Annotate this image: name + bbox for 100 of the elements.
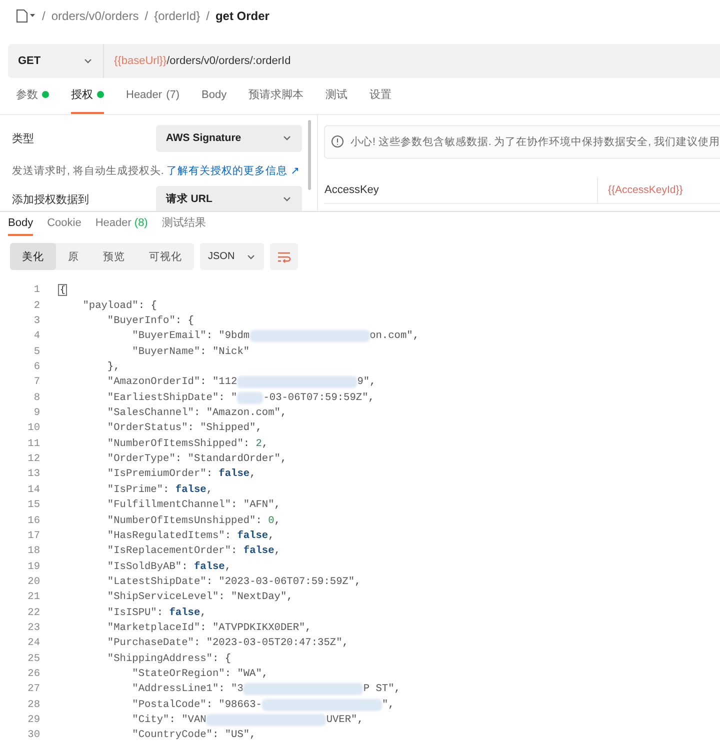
code-token: "IsPrime" (106, 484, 164, 496)
response-tab[interactable]: Cookie (47, 212, 82, 236)
view-mode-button[interactable]: 可视化 (137, 243, 194, 270)
learn-more-link[interactable]: 了解有关授权的更多信息 ↗ (166, 164, 300, 177)
request-tab[interactable]: 参数 (16, 78, 49, 114)
code-token: , (250, 468, 256, 480)
code-token: : (224, 530, 232, 542)
document-icon[interactable] (16, 8, 36, 23)
line-number: 6 (32, 361, 41, 374)
code-token: : (194, 407, 202, 420)
add-to-dropdown[interactable]: 请求 URL (156, 186, 302, 211)
code-token: : (182, 560, 189, 573)
line-number: 19 (26, 560, 41, 573)
code-token: "112 (212, 376, 238, 388)
fold-toggle[interactable]: { (58, 284, 68, 296)
code-token: "2023-03-06T07:59:59Z" (218, 576, 355, 588)
code-token: : (194, 637, 202, 650)
method-dropdown[interactable]: GET (8, 44, 104, 78)
code-token: UVER" (326, 714, 358, 726)
code-token: "SalesChannel" (106, 407, 194, 420)
line-number: 28 (26, 698, 41, 711)
code-token: "OrderStatus" (106, 422, 188, 434)
request-tab[interactable]: 测试 (326, 78, 348, 114)
code-token: , (200, 606, 206, 619)
format-dropdown[interactable]: JSON (200, 243, 264, 270)
breadcrumb-item[interactable]: {orderId} (154, 8, 200, 23)
line-number: 4 (32, 330, 41, 342)
code-token: "MarketplaceId" (106, 622, 200, 634)
breadcrumb-separator: / (206, 8, 210, 23)
view-mode-button[interactable]: 预览 (91, 243, 137, 270)
code-token: "98663- (218, 698, 262, 711)
code-token: "IsReplacementOrder" (106, 545, 232, 558)
code-token: "ShipServiceLevel" (106, 591, 219, 604)
code-token: "IsISPU" (106, 606, 157, 619)
code-token: 0 (268, 514, 274, 526)
breadcrumb-item[interactable]: orders/v0/orders (51, 8, 139, 23)
url-field[interactable]: {{baseUrl}}/orders/v0/orders/:orderId (104, 44, 720, 78)
code-token: , (274, 545, 280, 558)
code-token: , (394, 683, 400, 696)
code-token: : (224, 668, 232, 680)
code-token: : (200, 622, 208, 634)
code-token: }, (106, 361, 120, 374)
code-token: "StandardOrder" (188, 453, 280, 466)
line-number: 2 (32, 300, 41, 312)
code-token: : (231, 545, 238, 558)
code-token: " (231, 392, 238, 404)
code-token: "FulfillmentChannel" (106, 499, 232, 512)
code-token: "US" (224, 729, 250, 742)
line-number: 3 (32, 315, 41, 328)
code-token: "BuyerName" (131, 346, 200, 358)
line-number: 10 (26, 422, 41, 434)
response-tab[interactable]: Body (8, 212, 34, 236)
request-tab[interactable]: 设置 (370, 78, 392, 114)
access-key-field[interactable]: {{AccessKeyId}} (597, 176, 720, 203)
code-token: : (206, 698, 214, 711)
code-token: : { (175, 315, 194, 328)
request-tab[interactable]: Body (202, 78, 227, 114)
code-token: : (200, 376, 208, 388)
request-tab[interactable]: 预请求脚本 (248, 78, 304, 114)
code-token: : (188, 422, 195, 434)
code-token: , (305, 622, 312, 634)
line-number: 21 (26, 591, 41, 604)
code-token: "Nick" (212, 346, 250, 358)
view-mode-button[interactable]: 美化 (10, 243, 56, 270)
code-token: , (274, 499, 280, 512)
code-token: false (237, 530, 268, 542)
code-token: , (256, 422, 262, 434)
line-number: 17 (26, 530, 41, 542)
code-token: , (286, 591, 293, 604)
code-token: "StateOrRegion" (131, 668, 225, 680)
redaction-blur (237, 392, 264, 404)
code-token: 2 (256, 438, 262, 450)
code-token: "OrderType" (106, 453, 176, 466)
wrap-lines-button[interactable] (270, 243, 298, 270)
code-token: , (388, 698, 394, 711)
response-tab[interactable]: Header (8) (95, 212, 148, 236)
code-token: "NumberOfItemsUnshipped" (106, 514, 256, 526)
code-token: on.com" (370, 330, 413, 342)
request-tab[interactable]: Header (7) (126, 78, 180, 114)
line-number: 14 (26, 484, 41, 496)
line-number: 7 (32, 376, 41, 388)
code-token: "NextDay" (231, 591, 287, 604)
code-token: , (206, 484, 212, 496)
breadcrumb-separator: / (144, 8, 148, 23)
code-token: "BuyerEmail" (131, 330, 206, 342)
response-tab[interactable]: 测试结果 (162, 212, 206, 236)
auth-hint: 发送请求时, 将自动生成授权头. 了解有关授权的更多信息 ↗ (12, 164, 300, 178)
line-number: 1 (32, 284, 41, 296)
code-token: "BuyerInfo" (106, 315, 176, 328)
code-token: "3 (231, 683, 244, 696)
code-token: " (382, 698, 388, 711)
line-number: 8 (32, 392, 41, 404)
request-tab[interactable]: 授权 (71, 78, 104, 114)
view-mode-button[interactable]: 原 (56, 243, 91, 270)
code-token: : (218, 683, 226, 696)
code-token: , (268, 530, 274, 542)
auth-type-dropdown[interactable]: AWS Signature (156, 124, 302, 152)
request-name: get Order (215, 8, 270, 23)
line-number: 23 (26, 622, 41, 634)
code-token: , (357, 714, 364, 726)
